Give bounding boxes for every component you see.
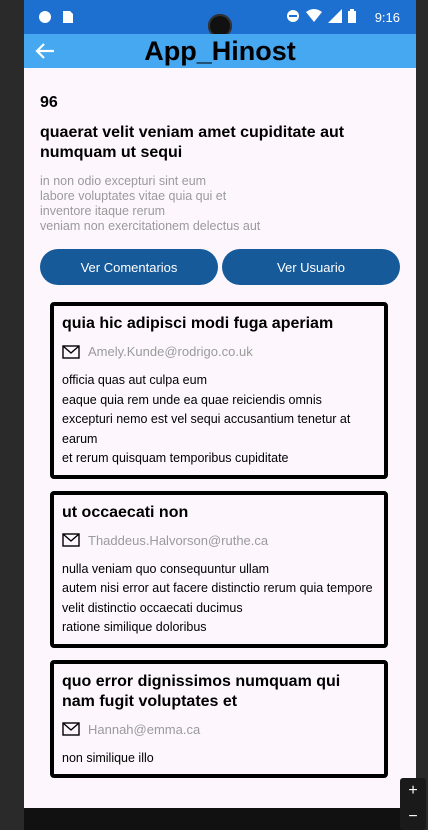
comment-email-row: Thaddeus.Halvorson@ruthe.ca — [62, 533, 376, 548]
post-body-line: inventore itaque rerum — [40, 204, 166, 218]
view-user-button[interactable]: Ver Usuario — [222, 249, 400, 285]
comment-body-line: excepturi nemo est vel sequi accusantium… — [62, 412, 351, 446]
comment-body-line: velit distinctio occaecati ducimus — [62, 600, 243, 615]
post-body-line: veniam non exercitationem delectus aut — [40, 219, 261, 233]
comment-body-line: nulla veniam quo consequuntur ullam — [62, 561, 270, 576]
comment-email-row: Amely.Kunde@rodrigo.co.uk — [62, 344, 376, 359]
post-id: 96 — [40, 94, 58, 111]
comment-email: Amely.Kunde@rodrigo.co.uk — [88, 344, 253, 359]
do-not-disturb-icon — [287, 10, 299, 22]
comment-email-row: Hannah@emma.ca — [62, 722, 376, 737]
app-bar: App_Hinost — [24, 34, 416, 68]
record-icon — [39, 11, 51, 23]
zoom-in-button[interactable]: + — [400, 778, 426, 804]
post-detail: 96 quaerat velit veniam amet cupiditate … — [24, 68, 416, 788]
comment-card: ut occaecati non Thaddeus.Halvorson@ruth… — [50, 490, 388, 648]
action-buttons: Ver Comentarios Ver Usuario — [40, 249, 400, 285]
comment-name: ut occaecati non — [62, 503, 189, 521]
comment-body-line: eaque quia rem unde ea quae reiciendis o… — [62, 392, 322, 407]
comment-name: quo error dignissimos numquam qui nam fu… — [62, 672, 341, 710]
comment-body-line: et rerum quisquam temporibus cupiditate — [62, 451, 289, 465]
zoom-out-button[interactable]: − — [400, 804, 426, 830]
wifi-icon — [306, 9, 322, 22]
status-bar: 9:16 — [24, 0, 416, 38]
status-right-icons — [286, 9, 356, 23]
status-time: 9:16 — [374, 10, 400, 25]
comment-body-line: non similique illo — [62, 750, 154, 765]
comments-list: quia hic adipisci modi fuga aperiam Amel… — [50, 302, 388, 788]
post-body: in non odio excepturi sint eum labore vo… — [40, 174, 380, 234]
sim-card-icon — [63, 11, 73, 23]
zoom-controls: + − — [400, 778, 426, 830]
comment-body-line: ratione similique doloribus — [62, 620, 207, 634]
back-arrow-icon[interactable] — [34, 40, 56, 62]
comment-email: Hannah@emma.ca — [88, 721, 201, 737]
system-nav-bar — [24, 808, 416, 830]
page-title: App_Hinost — [144, 35, 296, 66]
comment-body-line: autem nisi error aut facere distinctio r… — [62, 581, 373, 595]
envelope-icon — [62, 533, 80, 547]
view-comments-button[interactable]: Ver Comentarios — [40, 249, 218, 285]
post-title: quaerat velit veniam amet cupiditate aut… — [40, 124, 345, 161]
comment-email: Thaddeus.Halvorson@ruthe.ca — [88, 532, 269, 548]
post-body-line: labore voluptates vitae quia qui et — [40, 189, 227, 203]
comment-name: quia hic adipisci modi fuga aperiam — [62, 315, 334, 332]
battery-icon — [348, 9, 356, 23]
comment-body: nulla veniam quo consequuntur ullam aute… — [62, 560, 376, 638]
status-left-icons — [38, 10, 74, 24]
cell-signal-icon — [328, 9, 342, 23]
comment-body: non similique illo — [62, 749, 376, 769]
post-body-line: in non odio excepturi sint eum — [40, 174, 207, 188]
comment-body-line: officia quas aut culpa eum — [62, 373, 208, 387]
phone-screen: 9:16 App_Hinost 96 quaerat velit veniam … — [24, 0, 416, 830]
comment-card: quo error dignissimos numquam qui nam fu… — [50, 659, 388, 778]
comment-body: officia quas aut culpa eum eaque quia re… — [62, 371, 376, 469]
envelope-icon — [62, 722, 80, 736]
envelope-icon — [62, 344, 80, 359]
comment-card: quia hic adipisci modi fuga aperiam Amel… — [50, 302, 388, 479]
